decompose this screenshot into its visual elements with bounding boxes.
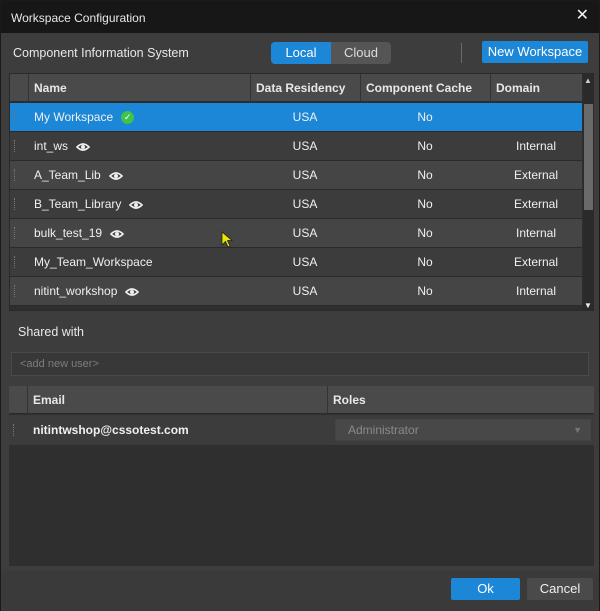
scroll-down-icon[interactable]: ▼ [584, 301, 592, 310]
mouse-pointer-icon [221, 231, 234, 248]
add-user-input[interactable] [11, 352, 589, 376]
table-row[interactable]: My Workspace ✓ USA No [10, 103, 582, 132]
system-bar: Component Information System Local Cloud… [1, 33, 599, 73]
scrollbar-thumb[interactable] [584, 104, 593, 210]
workspace-name: bulk_test_19 [34, 226, 103, 240]
shared-users-table: Email Roles nitintwshop@cssotest.com Adm… [9, 386, 594, 566]
data-residency-cell: USA [292, 110, 318, 124]
toolbar-divider [461, 43, 462, 63]
workspace-table-header: Name Data Residency Component Cache Doma… [10, 74, 582, 102]
workspace-scrollbar[interactable]: ▲ ▼ [583, 74, 593, 310]
row-drag-handle[interactable] [14, 256, 17, 268]
row-drag-handle[interactable] [13, 424, 16, 436]
dialog-title: Workspace Configuration [11, 11, 146, 25]
toggle-cloud[interactable]: Cloud [331, 42, 391, 64]
row-drag-handle[interactable] [14, 111, 17, 123]
eye-icon[interactable] [129, 200, 144, 210]
dialog-footer: Ok Cancel [1, 571, 599, 611]
component-cache-cell: No [417, 197, 433, 211]
eye-icon[interactable] [76, 142, 91, 152]
domain-cell [490, 103, 582, 132]
close-icon[interactable]: ✕ [576, 5, 589, 25]
domain-cell: Internal [515, 284, 557, 298]
new-workspace-button[interactable]: New Workspace [482, 41, 588, 63]
workspace-name: nitint_workshop [34, 284, 118, 298]
workspace-name-cell: nitint_workshop [34, 277, 250, 306]
data-residency-cell: USA [292, 139, 318, 153]
eye-icon[interactable] [125, 287, 140, 297]
ok-button[interactable]: Ok [451, 578, 520, 600]
col-domain[interactable]: Domain [490, 74, 582, 102]
title-bar: Workspace Configuration ✕ [1, 1, 599, 33]
cancel-button[interactable]: Cancel [527, 578, 593, 600]
workspace-table: Name Data Residency Component Cache Doma… [9, 73, 594, 311]
row-drag-handle[interactable] [14, 227, 17, 239]
chevron-down-icon: ▼ [573, 425, 582, 435]
workspace-table-body: My Workspace ✓ USA No int_ws USA No Internal A_T… [10, 103, 582, 310]
table-row[interactable]: nitintwshop@cssotest.com Administrator ▼ [9, 415, 594, 445]
local-cloud-toggle: Local Cloud [271, 42, 391, 64]
col-email[interactable]: Email [27, 386, 327, 414]
component-cache-cell: No [417, 284, 433, 298]
data-residency-cell: USA [292, 168, 318, 182]
role-select[interactable]: Administrator ▼ [335, 419, 591, 441]
data-residency-cell: USA [292, 197, 318, 211]
table-row[interactable]: A_Team_Lib USA No External [10, 161, 582, 190]
workspace-config-dialog: Workspace Configuration ✕ Component Info… [0, 0, 600, 611]
workspace-name-cell: bulk_test_19 [34, 219, 250, 248]
workspace-name: My Workspace [34, 110, 114, 124]
domain-cell: External [513, 168, 559, 182]
data-residency-cell: USA [292, 255, 318, 269]
system-label: Component Information System [13, 46, 189, 60]
eye-icon[interactable] [110, 229, 125, 239]
domain-cell: Internal [515, 226, 557, 240]
workspace-name: int_ws [34, 139, 69, 153]
role-value: Administrator [348, 423, 419, 437]
data-residency-cell: USA [292, 226, 318, 240]
component-cache-cell: No [417, 110, 433, 124]
row-drag-handle[interactable] [14, 198, 17, 210]
component-cache-cell: No [417, 168, 433, 182]
domain-cell: External [513, 255, 559, 269]
row-drag-handle[interactable] [14, 140, 17, 152]
workspace-name-cell: A_Team_Lib [34, 161, 250, 190]
table-row[interactable]: B_Team_Library USA No External [10, 190, 582, 219]
table-row[interactable]: My_Team_Workspace USA No External [10, 248, 582, 277]
data-residency-cell: USA [292, 284, 318, 298]
component-cache-cell: No [417, 255, 433, 269]
col-component-cache[interactable]: Component Cache [360, 74, 490, 102]
table-row[interactable]: int_ws USA No Internal [10, 132, 582, 161]
domain-cell: External [513, 197, 559, 211]
scroll-up-icon[interactable]: ▲ [584, 76, 592, 85]
table-row[interactable]: nitint_workshop USA No Internal [10, 277, 582, 306]
table-row[interactable]: bulk_test_19 USA No Internal [10, 219, 582, 248]
workspace-name-cell: int_ws [34, 132, 250, 161]
component-cache-cell: No [417, 139, 433, 153]
workspace-name: B_Team_Library [34, 197, 122, 211]
user-email: nitintwshop@cssotest.com [33, 423, 189, 437]
col-name[interactable]: Name [28, 74, 250, 102]
shared-users-header: Email Roles [9, 386, 594, 414]
eye-icon[interactable] [108, 171, 123, 181]
row-drag-handle[interactable] [14, 169, 17, 181]
workspace-name-cell: My Workspace ✓ [34, 103, 250, 132]
check-icon: ✓ [121, 111, 135, 124]
workspace-name-cell: My_Team_Workspace [34, 248, 250, 277]
toggle-local[interactable]: Local [271, 42, 331, 64]
row-drag-handle[interactable] [14, 285, 17, 297]
col-roles[interactable]: Roles [327, 386, 594, 414]
workspace-name: A_Team_Lib [34, 168, 101, 182]
component-cache-cell: No [417, 226, 433, 240]
shared-with-label: Shared with [18, 325, 85, 339]
col-data-residency[interactable]: Data Residency [250, 74, 360, 102]
workspace-name: My_Team_Workspace [34, 255, 153, 269]
domain-cell: Internal [515, 139, 557, 153]
workspace-name-cell: B_Team_Library [34, 190, 250, 219]
